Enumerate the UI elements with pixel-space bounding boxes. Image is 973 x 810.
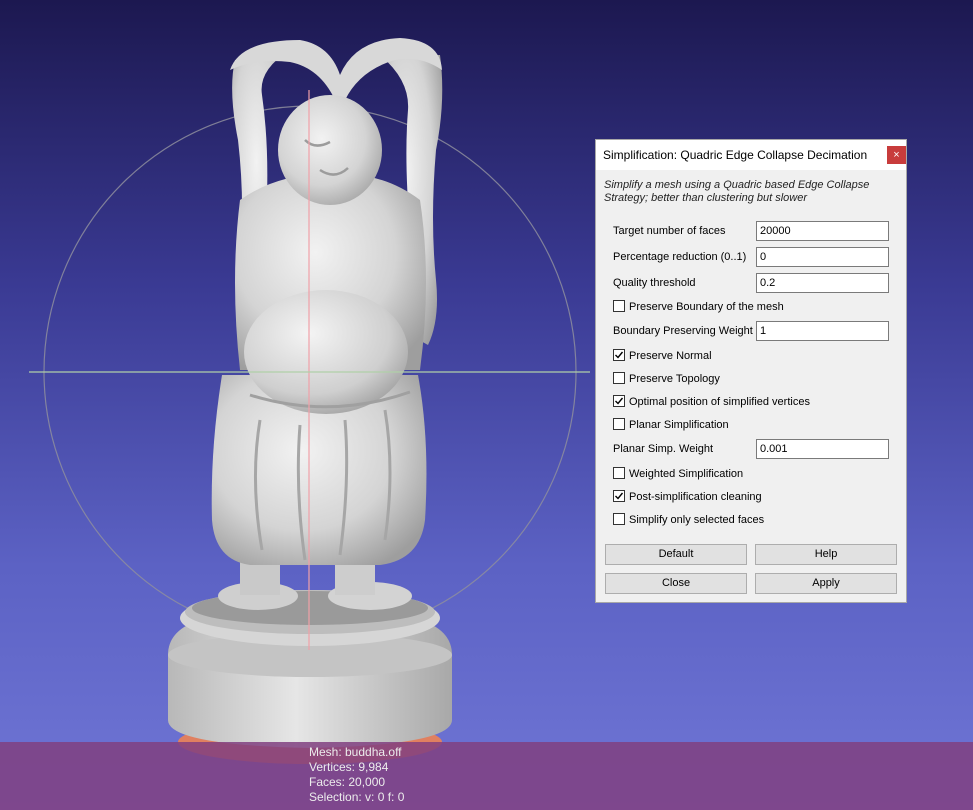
close-button[interactable]: Close <box>605 573 747 594</box>
post-cleaning-checkbox[interactable]: Post-simplification cleaning <box>613 489 762 505</box>
dialog-title: Simplification: Quadric Edge Collapse De… <box>603 148 868 162</box>
default-button[interactable]: Default <box>605 544 747 565</box>
filter-description: Simplify a mesh using a Quadric based Ed… <box>604 179 870 204</box>
help-button[interactable]: Help <box>755 544 897 565</box>
planar-simplification-label: Planar Simplification <box>629 419 729 431</box>
planar-weight-input[interactable] <box>756 439 889 459</box>
preserve-boundary-checkbox[interactable]: Preserve Boundary of the mesh <box>613 299 784 315</box>
preserve-topology-label: Preserve Topology <box>629 373 720 385</box>
planar-weight-row: Planar Simp. Weight <box>613 439 713 459</box>
selected-only-label: Simplify only selected faces <box>629 514 765 526</box>
face-count: Faces: 20,000 <box>309 775 386 789</box>
target-faces-label: Target number of faces <box>613 225 726 237</box>
mesh-name: Mesh: buddha.off <box>309 745 402 759</box>
vertex-count: Vertices: 9,984 <box>309 760 389 774</box>
mesh-info: Mesh: buddha.off Vertices: 9,984 Faces: … <box>309 745 404 805</box>
boundary-weight-input[interactable] <box>756 321 889 341</box>
weighted-simplification-label: Weighted Simplification <box>629 468 744 480</box>
preserve-normal-label: Preserve Normal <box>629 350 712 362</box>
checkbox-box[interactable] <box>613 490 625 503</box>
planar-simplification-checkbox[interactable]: Planar Simplification <box>613 417 729 433</box>
checkbox-box[interactable] <box>613 372 625 385</box>
quality-input[interactable] <box>756 273 889 293</box>
target-faces-row: Target number of faces <box>613 221 726 241</box>
simplification-dialog: Simplification: Quadric Edge Collapse De… <box>595 139 907 603</box>
boundary-weight-label: Boundary Preserving Weight <box>613 325 753 337</box>
percentage-label: Percentage reduction (0..1) <box>613 251 747 263</box>
checkbox-box[interactable] <box>613 513 625 526</box>
selection-count: Selection: v: 0 f: 0 <box>309 790 405 804</box>
info-bar <box>0 742 973 810</box>
preserve-normal-checkbox[interactable]: Preserve Normal <box>613 348 712 364</box>
optimal-position-label: Optimal position of simplified vertices <box>629 396 810 408</box>
checkbox-box[interactable] <box>613 467 625 480</box>
target-faces-input[interactable] <box>756 221 889 241</box>
checkbox-box[interactable] <box>613 395 625 408</box>
preserve-topology-checkbox[interactable]: Preserve Topology <box>613 371 720 387</box>
optimal-position-checkbox[interactable]: Optimal position of simplified vertices <box>613 394 810 410</box>
quality-row: Quality threshold <box>613 273 696 293</box>
boundary-weight-row: Boundary Preserving Weight <box>613 321 753 341</box>
checkbox-box[interactable] <box>613 349 625 362</box>
post-cleaning-label: Post-simplification cleaning <box>629 491 762 503</box>
dialog-titlebar[interactable]: Simplification: Quadric Edge Collapse De… <box>596 140 906 170</box>
checkbox-box[interactable] <box>613 300 625 313</box>
checkbox-box[interactable] <box>613 418 625 431</box>
percentage-input[interactable] <box>756 247 889 267</box>
percentage-row: Percentage reduction (0..1) <box>613 247 746 267</box>
planar-weight-label: Planar Simp. Weight <box>613 443 714 455</box>
weighted-simplification-checkbox[interactable]: Weighted Simplification <box>613 466 743 482</box>
apply-button[interactable]: Apply <box>755 573 897 594</box>
quality-label: Quality threshold <box>613 277 696 289</box>
selected-only-checkbox[interactable]: Simplify only selected faces <box>613 512 764 528</box>
close-icon[interactable]: × <box>887 146 906 164</box>
preserve-boundary-label: Preserve Boundary of the mesh <box>629 301 784 313</box>
